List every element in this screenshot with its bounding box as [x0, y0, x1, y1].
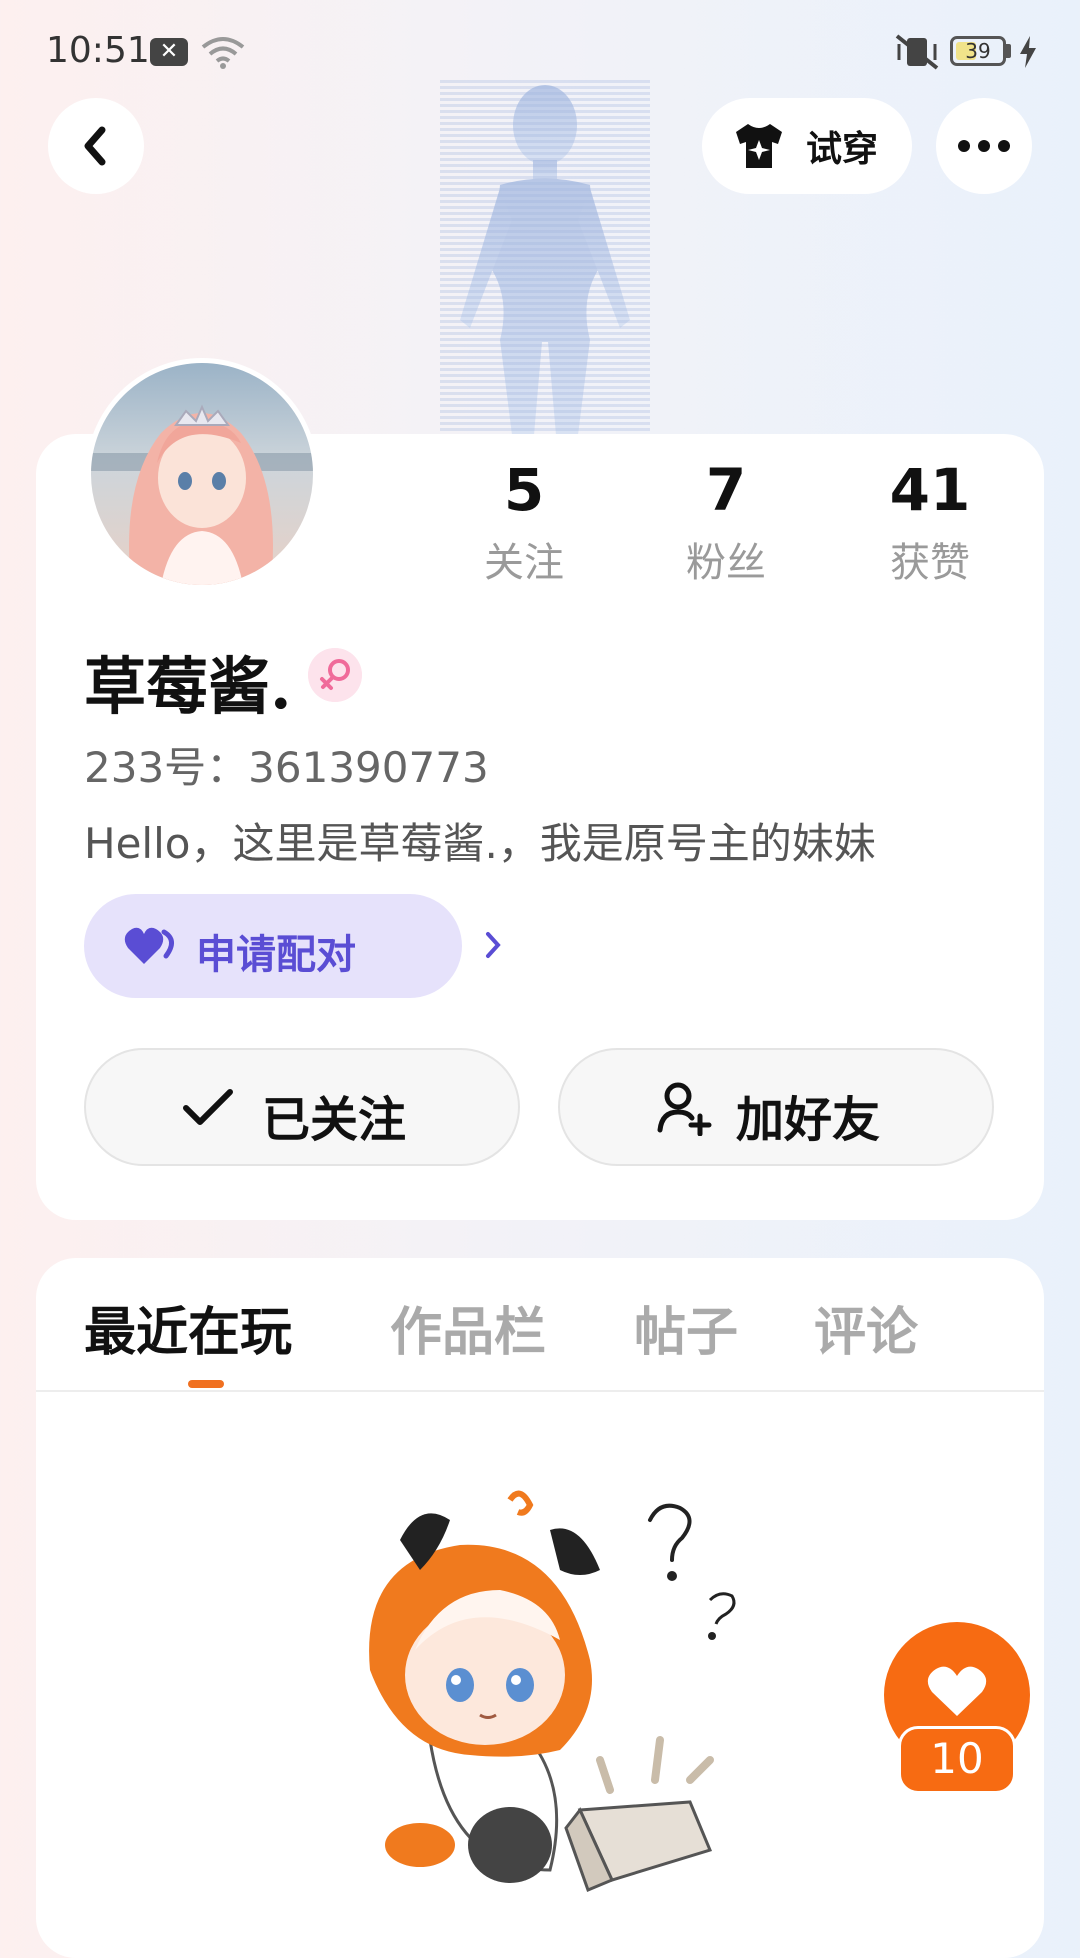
followed-button[interactable]: 已关注 [84, 1048, 520, 1166]
chevron-right-icon [486, 932, 501, 958]
stat-following[interactable]: 5 关注 [444, 458, 604, 588]
battery-level: 39 [965, 39, 991, 63]
female-gender-icon [308, 648, 362, 702]
tab-posts[interactable]: 帖子 [634, 1290, 738, 1365]
vibrate-mute-icon [895, 34, 939, 70]
wifi-icon [201, 37, 245, 69]
likes-label: 获赞 [890, 540, 970, 586]
empty-state-mascot-illustration [369, 1490, 736, 1892]
fans-label: 粉丝 [686, 540, 766, 586]
apply-pair-label: 申请配对 [196, 932, 356, 978]
avatar-hologram-figure [440, 80, 650, 435]
stat-likes[interactable]: 41 获赞 [850, 458, 1010, 588]
stat-fans[interactable]: 7 粉丝 [646, 458, 806, 588]
avatar[interactable] [86, 358, 318, 590]
apply-pair-button[interactable]: 申请配对 [84, 894, 501, 998]
try-on-label: 试穿 [806, 129, 879, 170]
anime-girl-avatar-image [91, 404, 313, 585]
following-label: 关注 [484, 540, 564, 586]
notification-close-icon: ✕ [150, 38, 188, 66]
profile-bio: Hello，这里是草莓酱.，我是原号主的妹妹 [84, 819, 876, 868]
check-icon [183, 1089, 233, 1125]
battery-icon: 39 [950, 36, 1006, 66]
fans-count: 7 [705, 456, 747, 524]
tab-divider [36, 1390, 1044, 1392]
active-tab-indicator [188, 1380, 224, 1388]
add-friend-button[interactable]: 加好友 [558, 1048, 994, 1166]
following-count: 5 [503, 456, 545, 524]
status-time: 10:51 [46, 30, 150, 71]
add-friend-icon [657, 1082, 712, 1136]
like-count-badge: 10 [898, 1726, 1016, 1794]
followed-label: 已关注 [262, 1092, 407, 1148]
add-friend-label: 加好友 [736, 1092, 881, 1148]
user-id: 233号：361390773 [84, 743, 489, 792]
back-button[interactable] [48, 98, 144, 194]
likes-count: 41 [889, 456, 971, 524]
more-button[interactable] [936, 98, 1032, 194]
more-dots-icon [958, 140, 1010, 152]
tab-works[interactable]: 作品栏 [390, 1290, 546, 1365]
tshirt-icon [736, 124, 782, 168]
tab-comments[interactable]: 评论 [814, 1290, 918, 1365]
heart-pair-icon [124, 927, 174, 964]
try-on-button[interactable]: 试穿 [702, 98, 912, 194]
tab-recently-played[interactable]: 最近在玩 [84, 1290, 292, 1365]
charging-icon [1020, 36, 1036, 68]
profile-name: 草莓酱. [84, 650, 292, 723]
heart-icon [927, 1666, 987, 1716]
chevron-left-icon [84, 126, 106, 166]
